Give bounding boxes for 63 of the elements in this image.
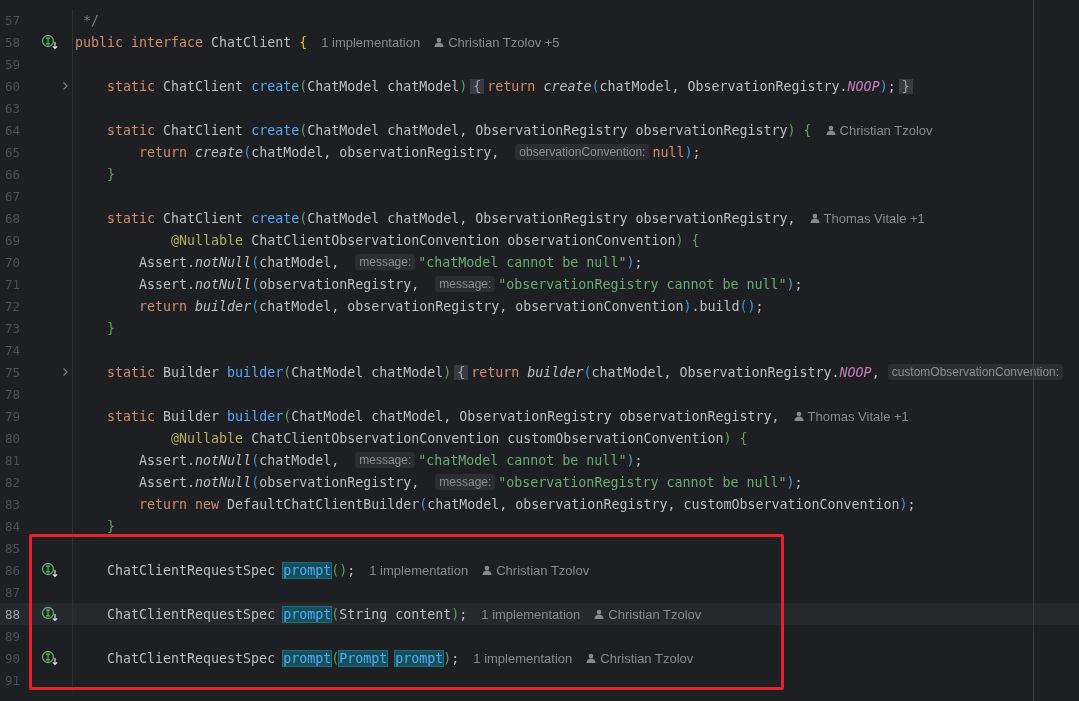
usages-link[interactable]: 1 implementation: [481, 606, 581, 622]
implemented-interface-icon[interactable]: [41, 34, 59, 50]
code-text: }: [106, 320, 116, 336]
author-label[interactable]: Christian Tzolov: [600, 650, 694, 666]
parameter-hint: message:: [355, 254, 416, 270]
chevron-right-icon[interactable]: [62, 367, 69, 377]
code-text: null);: [652, 144, 701, 160]
parameter-hint: message:: [435, 276, 496, 292]
code-text: Assert.notNull(chatModel,: [138, 254, 341, 270]
code-text: return builder(chatModel, ObservationRegistry.NOOP,: [471, 364, 880, 380]
code-text: Assert.notNull(chatModel,: [138, 452, 341, 468]
code-text: public interface ChatClient {: [75, 34, 308, 50]
code-text: ChatClientRequestSpec prompt(Prompt prompt);: [106, 650, 460, 666]
parameter-hint: observationConvention:: [515, 144, 650, 160]
person-icon: [825, 125, 836, 135]
usages-link[interactable]: 1 implementation: [321, 34, 421, 50]
code-text: ChatClientRequestSpec prompt();: [106, 562, 356, 578]
folded-code[interactable]: }: [898, 78, 913, 94]
code-text: static ChatClient create(ChatModel chatModel, ObservationRegistry observationRegistry) {: [106, 122, 812, 138]
implemented-interface-icon[interactable]: [41, 650, 59, 666]
author-label[interactable]: Christian Tzolov +5: [448, 34, 560, 50]
code-text: static Builder builder(ChatModel chatModel, ObservationRegistry observationRegistry,: [106, 408, 780, 424]
author-label[interactable]: Christian Tzolov: [496, 562, 590, 578]
code-text: */: [82, 12, 100, 28]
folded-code[interactable]: {: [470, 78, 485, 94]
code-text: return create(chatModel, observationRegistry,: [138, 144, 501, 160]
parameter-hint: customObservationConvention:: [887, 364, 1064, 380]
folded-code[interactable]: {: [454, 364, 469, 380]
code-text: Assert.notNull(observationRegistry,: [138, 474, 421, 490]
parameter-hint: message:: [355, 452, 416, 468]
parameter-hint: message:: [435, 474, 496, 490]
implemented-interface-icon[interactable]: [41, 606, 59, 622]
code-text: Assert.notNull(observationRegistry,: [138, 276, 421, 292]
person-icon: [594, 609, 605, 619]
author-label[interactable]: Christian Tzolov: [839, 122, 933, 138]
usages-link[interactable]: 1 implementation: [369, 562, 469, 578]
person-icon: [482, 565, 493, 575]
author-label[interactable]: Thomas Vitale +1: [807, 408, 909, 424]
code-text: }: [106, 518, 116, 534]
code-text: static Builder builder(ChatModel chatModel): [106, 364, 452, 380]
code-text: static ChatClient create(ChatModel chatModel, ObservationRegistry observationRegistry,: [106, 210, 796, 226]
usages-link[interactable]: 1 implementation: [473, 650, 573, 666]
code-text: @Nullable ChatClientObservationConvention customObservationConvention) {: [170, 430, 748, 446]
code-text: "observationRegistry cannot be null");: [498, 276, 803, 292]
code-text: static ChatClient create(ChatModel chatModel): [106, 78, 468, 94]
person-icon: [793, 411, 804, 421]
person-icon: [586, 653, 597, 663]
author-label[interactable]: Thomas Vitale +1: [823, 210, 925, 226]
code-text: return builder(chatModel, observationRegistry, observationConvention).build();: [138, 298, 764, 314]
code-text: @Nullable ChatClientObservationConvention observationConvention) {: [170, 232, 700, 248]
code-text: ChatClientRequestSpec prompt(String content);: [106, 606, 468, 622]
code-text: "observationRegistry cannot be null");: [498, 474, 803, 490]
person-icon: [809, 213, 820, 223]
code-text: "chatModel cannot be null");: [418, 452, 643, 468]
line-number: 88: [4, 606, 22, 622]
code-text: return new DefaultChatClientBuilder(chatModel, observationRegistry, customObservationConvention);: [138, 496, 916, 512]
person-icon: [434, 37, 445, 47]
code-text: return create(chatModel, ObservationRegistry.NOOP);: [487, 78, 896, 94]
code-text: "chatModel cannot be null");: [418, 254, 643, 270]
author-label[interactable]: Christian Tzolov: [608, 606, 702, 622]
chevron-right-icon[interactable]: [62, 81, 69, 91]
implemented-interface-icon[interactable]: [41, 562, 59, 578]
code-text: }: [106, 166, 116, 182]
